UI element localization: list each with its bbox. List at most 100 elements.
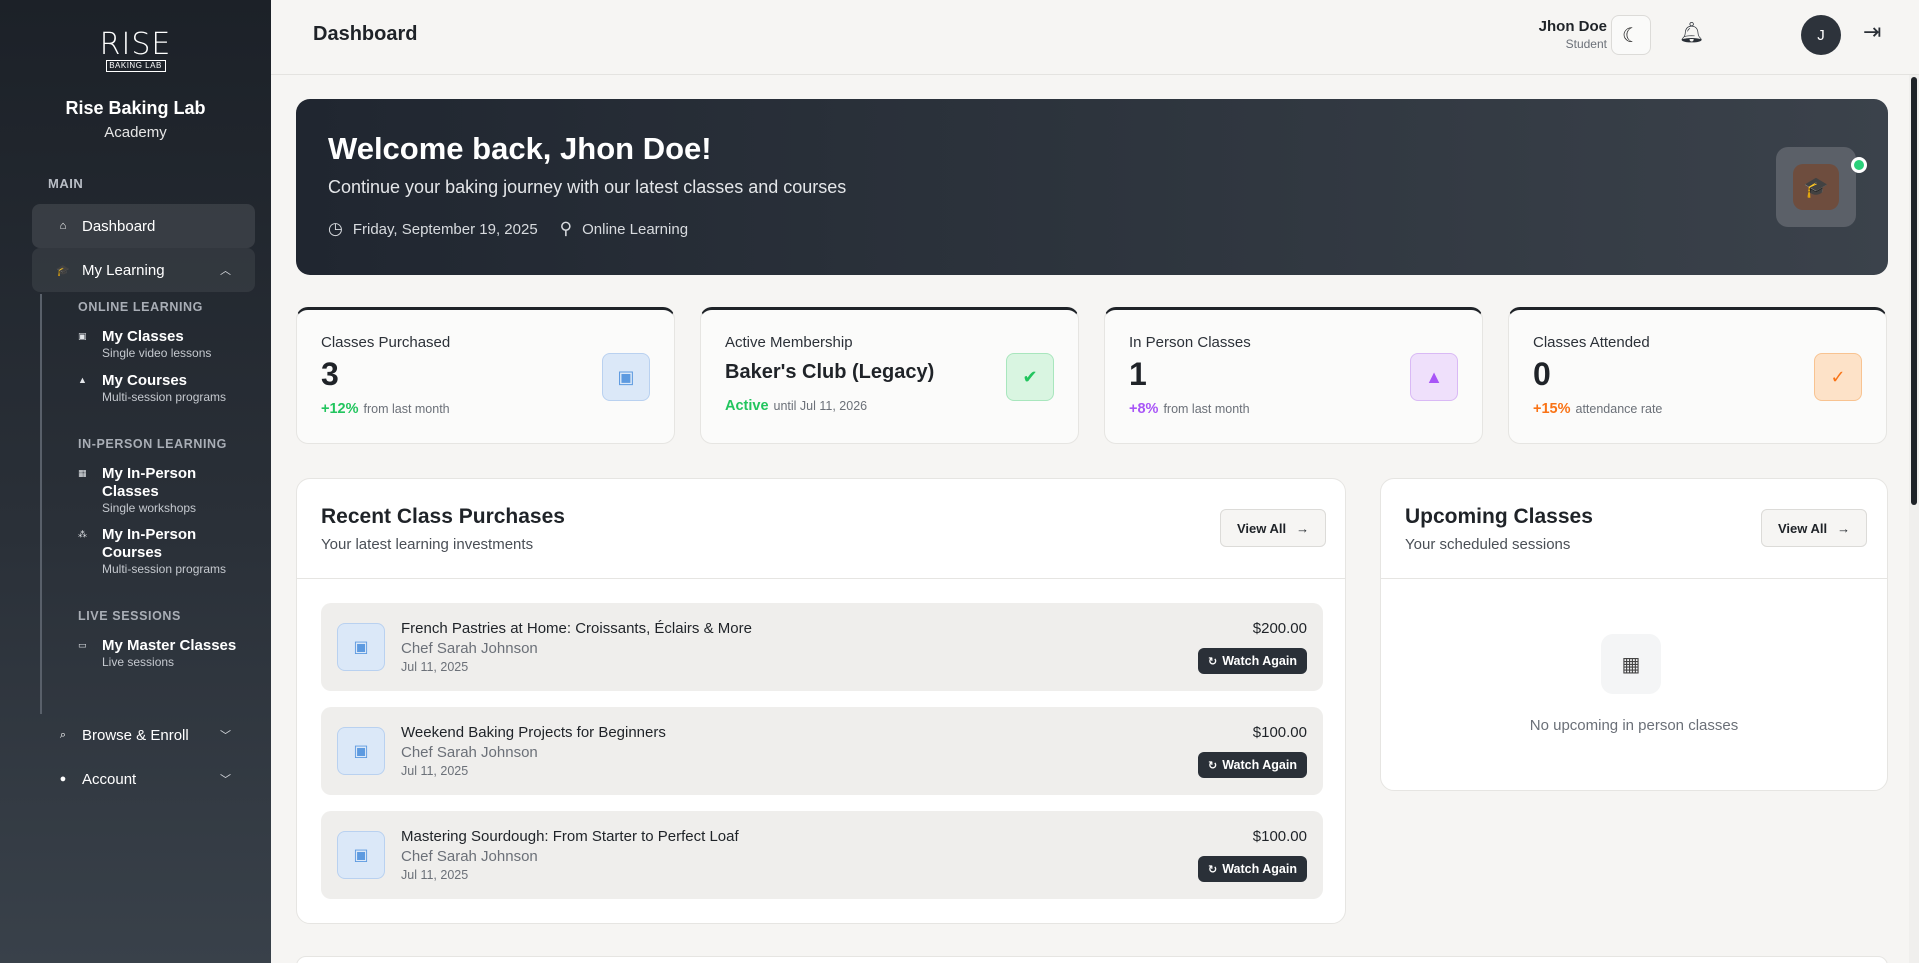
brand-logo[interactable]: RISE BAKING LAB (0, 30, 271, 72)
sidebar-item-label: My Courses (102, 372, 188, 389)
stat-value: 3 (321, 356, 339, 392)
purchase-date: Jul 11, 2025 (401, 868, 469, 882)
empty-state-text: No upcoming in person classes (1529, 717, 1739, 734)
sidebar-item-my-master-classes[interactable]: ▭ My Master Classes Live sessions (78, 637, 248, 670)
button-label: Watch Again (1222, 654, 1297, 668)
calendar-icon: ▦ (78, 468, 87, 478)
divider (297, 578, 1345, 579)
scrollbar-thumb[interactable] (1911, 77, 1917, 505)
brand-subtitle: Academy (104, 124, 167, 141)
purchase-price: $100.00 (1252, 828, 1307, 845)
chevron-up-icon: ︿ (220, 265, 231, 277)
arrow-right-icon: → (1296, 520, 1310, 536)
membership-status: Active (725, 398, 769, 414)
button-label: View All (1778, 520, 1828, 536)
purchase-title: Weekend Baking Projects for Beginners (401, 724, 666, 741)
person-icon: ● (59, 773, 67, 785)
stat-label: Active Membership (725, 334, 853, 351)
watch-again-button[interactable]: ↻ Watch Again (1198, 648, 1307, 674)
user-name: Jhon Doe (1538, 18, 1607, 35)
sidebar-item-my-in-person-courses[interactable]: ⁂ My In-Person Courses Multi-session pro… (78, 526, 248, 577)
next-panel-edge (296, 956, 1888, 963)
sidebar-item-my-classes[interactable]: ▣ My Classes Single video lessons (78, 328, 248, 361)
chevron-down-icon: ﹀ (220, 774, 231, 786)
stat-foot-text: from last month (363, 402, 450, 416)
watch-again-button[interactable]: ↻ Watch Again (1198, 856, 1307, 882)
top-header: Dashboard ☾ 🔔︎ Jhon Doe Student J ⇥ (271, 0, 1919, 75)
video-library-icon: ▣ (78, 331, 87, 341)
arrow-right-icon: → (1837, 520, 1851, 536)
brand-title: Rise Baking Lab (65, 98, 206, 118)
current-date: Friday, September 19, 2025 (352, 220, 538, 238)
notifications-button[interactable]: 🔔︎ (1679, 20, 1704, 45)
logout-button[interactable]: ⇥ (1863, 19, 1881, 45)
button-label: Watch Again (1222, 862, 1297, 876)
chevron-down-icon: ﹀ (220, 730, 231, 742)
home-icon: ⌂ (59, 220, 67, 232)
purchase-title: Mastering Sourdough: From Starter to Per… (401, 828, 739, 845)
page-title: Dashboard (313, 23, 418, 45)
bell-icon: 🔔︎ (1679, 22, 1705, 44)
calendar-icon: ▦ (1601, 634, 1661, 694)
stat-label: In Person Classes (1129, 334, 1251, 351)
stat-change: +12% (321, 401, 359, 417)
sidebar-item-my-learning[interactable]: 🎓 My Learning ︿ (32, 248, 255, 292)
view-all-purchases-button[interactable]: View All → (1220, 509, 1327, 547)
sidebar-item-label: My In-Person Classes (102, 465, 197, 500)
learning-location: Online Learning (582, 220, 689, 238)
button-label: Watch Again (1222, 758, 1297, 772)
view-all-upcoming-button[interactable]: View All → (1761, 509, 1868, 547)
sidebar-item-label: Dashboard (82, 217, 156, 235)
purchase-item[interactable]: ▣ Weekend Baking Projects for Beginners … (321, 707, 1323, 795)
stat-footnote: +12% from last month (321, 401, 450, 417)
stat-label: Classes Purchased (321, 334, 451, 351)
stat-label: Classes Attended (1533, 334, 1650, 351)
search-icon: ⌕ (59, 728, 67, 741)
panel-title: Upcoming Classes (1405, 505, 1593, 528)
avatar[interactable]: J (1801, 15, 1841, 55)
stat-foot-text: until Jul 11, 2026 (773, 399, 868, 413)
button-label: View All (1237, 520, 1287, 536)
purchase-date: Jul 11, 2025 (401, 764, 469, 778)
recent-purchases-panel: Recent Class Purchases Your latest learn… (296, 478, 1346, 924)
sidebar-item-my-courses[interactable]: ▲ My Courses Multi-session programs (78, 372, 248, 405)
purchase-item[interactable]: ▣ Mastering Sourdough: From Starter to P… (321, 811, 1323, 899)
sidebar-item-label: My Learning (82, 261, 165, 279)
watch-again-button[interactable]: ↻ Watch Again (1198, 752, 1307, 778)
sidebar-item-dashboard[interactable]: ⌂ Dashboard (32, 204, 255, 248)
live-tv-icon: ▭ (78, 640, 87, 650)
stat-change: +8% (1129, 401, 1159, 417)
panel-subtitle: Your latest learning investments (321, 536, 534, 553)
sidebar-item-browse-enroll[interactable]: ⌕ Browse & Enroll ﹀ (32, 713, 255, 757)
verified-badge-icon: ✔ (1006, 353, 1054, 401)
moon-icon: ☾ (1622, 24, 1640, 47)
sidebar-item-desc: Multi-session programs (102, 562, 227, 576)
sidebar-item-desc: Multi-session programs (102, 390, 227, 404)
logout-icon: ⇥ (1863, 19, 1882, 44)
main-scrollbar[interactable] (1909, 75, 1919, 963)
sidebar-item-my-in-person-classes[interactable]: ▦ My In-Person Classes Single workshops (78, 465, 248, 516)
video-library-icon: ▣ (337, 831, 385, 879)
stat-value: Baker's Club (Legacy) (725, 361, 935, 383)
purchase-item[interactable]: ▣ French Pastries at Home: Croissants, É… (321, 603, 1323, 691)
submenu-group-online: ONLINE LEARNING (78, 300, 203, 314)
sidebar-item-desc: Single video lessons (102, 346, 212, 360)
online-status-dot (1851, 157, 1867, 173)
user-role: Student (1565, 37, 1607, 51)
stat-footnote: +8% from last month (1129, 401, 1250, 417)
video-library-icon: ▣ (337, 727, 385, 775)
logo-wordmark: RISE (99, 27, 172, 62)
stat-card-in-person-classes: In Person Classes 1 +8% from last month ▲ (1104, 307, 1483, 444)
sidebar-item-label: My Master Classes (102, 637, 237, 654)
location-pin-icon: ⚲ (559, 219, 573, 238)
sidebar-item-account[interactable]: ● Account ﹀ (32, 757, 255, 801)
sidebar-item-desc: Single workshops (102, 501, 197, 515)
nav-section-main: MAIN (48, 176, 84, 191)
stat-card-classes-purchased: Classes Purchased 3 +12% from last month … (296, 307, 675, 444)
stat-foot-text: from last month (1163, 402, 1250, 416)
stat-foot-text: attendance rate (1575, 402, 1663, 416)
submenu-guide-line (40, 294, 42, 714)
video-library-icon: ▣ (602, 353, 650, 401)
video-library-icon: ▣ (337, 623, 385, 671)
theme-toggle-button[interactable]: ☾ (1611, 15, 1651, 55)
